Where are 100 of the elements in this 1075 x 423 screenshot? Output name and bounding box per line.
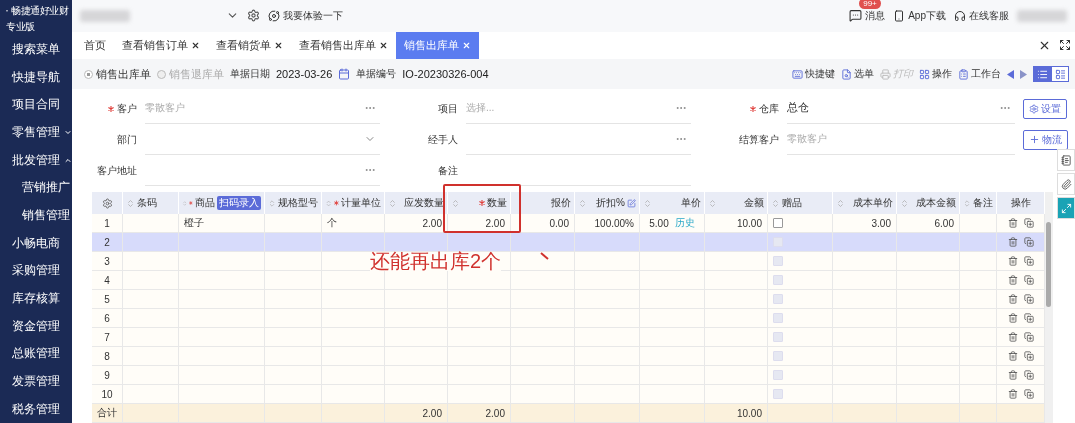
input-field[interactable]: 总仓: [787, 93, 1015, 124]
column-header[interactable]: 金额: [705, 192, 768, 214]
required-mark-icon: [189, 200, 193, 206]
sidebar-item[interactable]: 快捷导航: [0, 63, 72, 91]
sort-icon: [836, 198, 845, 208]
row-number: 9: [92, 366, 123, 385]
copy-icon: [1023, 351, 1034, 361]
scrollbar-thumb[interactable]: [1046, 222, 1051, 307]
column-header[interactable]: 计量单位: [322, 192, 385, 214]
sidebar-item[interactable]: 税务管理: [0, 395, 72, 423]
table-cell: [265, 252, 322, 271]
close-icon: [1038, 39, 1051, 52]
table-cell: 6.00: [897, 214, 960, 233]
column-header[interactable]: 备注: [960, 192, 997, 214]
sidebar-subitem[interactable]: 营销推广: [0, 174, 72, 202]
column-header[interactable]: 成本单价: [833, 192, 897, 214]
table-cell: [640, 404, 705, 423]
column-header[interactable]: 数量: [448, 192, 511, 214]
trash-icon: [1007, 370, 1018, 380]
tab[interactable]: 查看销售订单: [114, 31, 208, 60]
table-cell: [448, 385, 511, 404]
previous-icon[interactable]: [1007, 69, 1014, 79]
table-cell: [448, 233, 511, 252]
edition-label: 专业版: [6, 20, 36, 34]
table-cell: [511, 385, 575, 404]
copy-icon: [1023, 275, 1034, 285]
sidebar-item[interactable]: 总账管理: [0, 340, 72, 368]
table-cell: [123, 252, 179, 271]
tab[interactable]: 查看销售出库单: [291, 31, 396, 60]
sidebar-item[interactable]: 资金管理: [0, 312, 72, 340]
gift-checkbox[interactable]: [773, 218, 783, 228]
try-link[interactable]: 我要体验一下: [268, 8, 343, 23]
date-value[interactable]: 2023-03-26: [276, 68, 333, 81]
table-cell: [833, 404, 897, 423]
sidebar-item[interactable]: 项目合同: [0, 90, 72, 119]
expand-button[interactable]: [1057, 197, 1075, 219]
column-header[interactable]: 单价: [640, 192, 705, 214]
toolbar-button[interactable]: 选单: [841, 67, 874, 82]
messages-link[interactable]: 消息: [849, 8, 886, 23]
paperclip-icon: [1060, 178, 1072, 190]
fullscreen-icon: [1059, 39, 1071, 52]
sidebar-item[interactable]: 采购管理: [0, 257, 72, 285]
sort-icon: [900, 198, 909, 208]
toolbar-button[interactable]: 操作: [919, 67, 952, 82]
sidebar-item[interactable]: 发票管理: [0, 367, 72, 396]
next-icon[interactable]: [1020, 69, 1027, 79]
column-header[interactable]: 赠品: [768, 192, 833, 214]
close-icon: [191, 41, 200, 50]
trash-icon: [1007, 237, 1018, 247]
column-header[interactable]: 条码: [123, 192, 179, 214]
field-label: 经手人: [427, 132, 458, 147]
sidebar-subitem[interactable]: 销售管理: [0, 201, 72, 230]
sidebar-item[interactable]: 搜索菜单: [0, 35, 72, 64]
column-header[interactable]: 规格型号: [265, 192, 322, 214]
column-header[interactable]: 应发数量: [385, 192, 448, 214]
blurred-account-name: [80, 9, 130, 22]
table-cell: [511, 233, 575, 252]
column-header[interactable]: 商品 扫码录入: [179, 192, 265, 214]
sidebar-item[interactable]: 批发管理: [0, 146, 72, 174]
table-cell: [322, 404, 385, 423]
settings-button[interactable]: 设置: [1023, 98, 1067, 119]
copy-icon: [1023, 389, 1034, 399]
scan-entry-tag[interactable]: 扫码录入: [217, 196, 261, 210]
field-label: 仓库: [699, 93, 779, 124]
table-cell: [511, 252, 575, 271]
trash-icon: [1007, 389, 1018, 399]
toolbar-button[interactable]: 快捷键: [792, 67, 835, 82]
column-header: 报价: [511, 192, 575, 214]
attachment-button[interactable]: [1057, 173, 1075, 195]
tab[interactable]: 销售出库单: [396, 31, 479, 60]
tab[interactable]: 首页: [76, 31, 114, 60]
sidebar-item[interactable]: 库存核算: [0, 284, 72, 313]
app-download-link[interactable]: App下载: [893, 8, 946, 23]
add-button[interactable]: 物流: [1023, 129, 1068, 150]
sort-icon: [268, 198, 276, 208]
list-view-button[interactable]: [1033, 66, 1051, 83]
sidebar-item[interactable]: 零售管理: [0, 118, 72, 147]
trash-icon: [1007, 294, 1018, 304]
radio-option[interactable]: 销售出库单: [84, 66, 151, 82]
detail-view-button[interactable]: [1051, 66, 1069, 83]
tab[interactable]: 查看销货单: [208, 31, 291, 60]
required-mark-icon: [479, 200, 485, 206]
table-cell: [897, 252, 960, 271]
close-icon: [462, 41, 471, 50]
calendar-icon: [338, 68, 351, 81]
column-header[interactable]: 折扣%: [575, 192, 640, 214]
column-header: 操作: [997, 192, 1045, 214]
table-cell: 10.00: [705, 404, 768, 423]
column-header[interactable]: 成本金额: [897, 192, 960, 214]
sidebar-item[interactable]: 小畅电商: [0, 229, 72, 257]
toolbar-button[interactable]: 工作台: [958, 67, 1001, 82]
table-cell: 2.00: [385, 214, 448, 233]
table-cell: [265, 404, 322, 423]
table-cell: 个: [322, 214, 385, 233]
support-link[interactable]: 在线客服: [954, 8, 1009, 23]
grid-icon: [919, 68, 930, 80]
blurred-user-name: [1017, 9, 1067, 22]
copy-icon: [1023, 218, 1034, 228]
table-cell: 3.00: [833, 214, 897, 233]
notes-button[interactable]: [1057, 149, 1075, 171]
